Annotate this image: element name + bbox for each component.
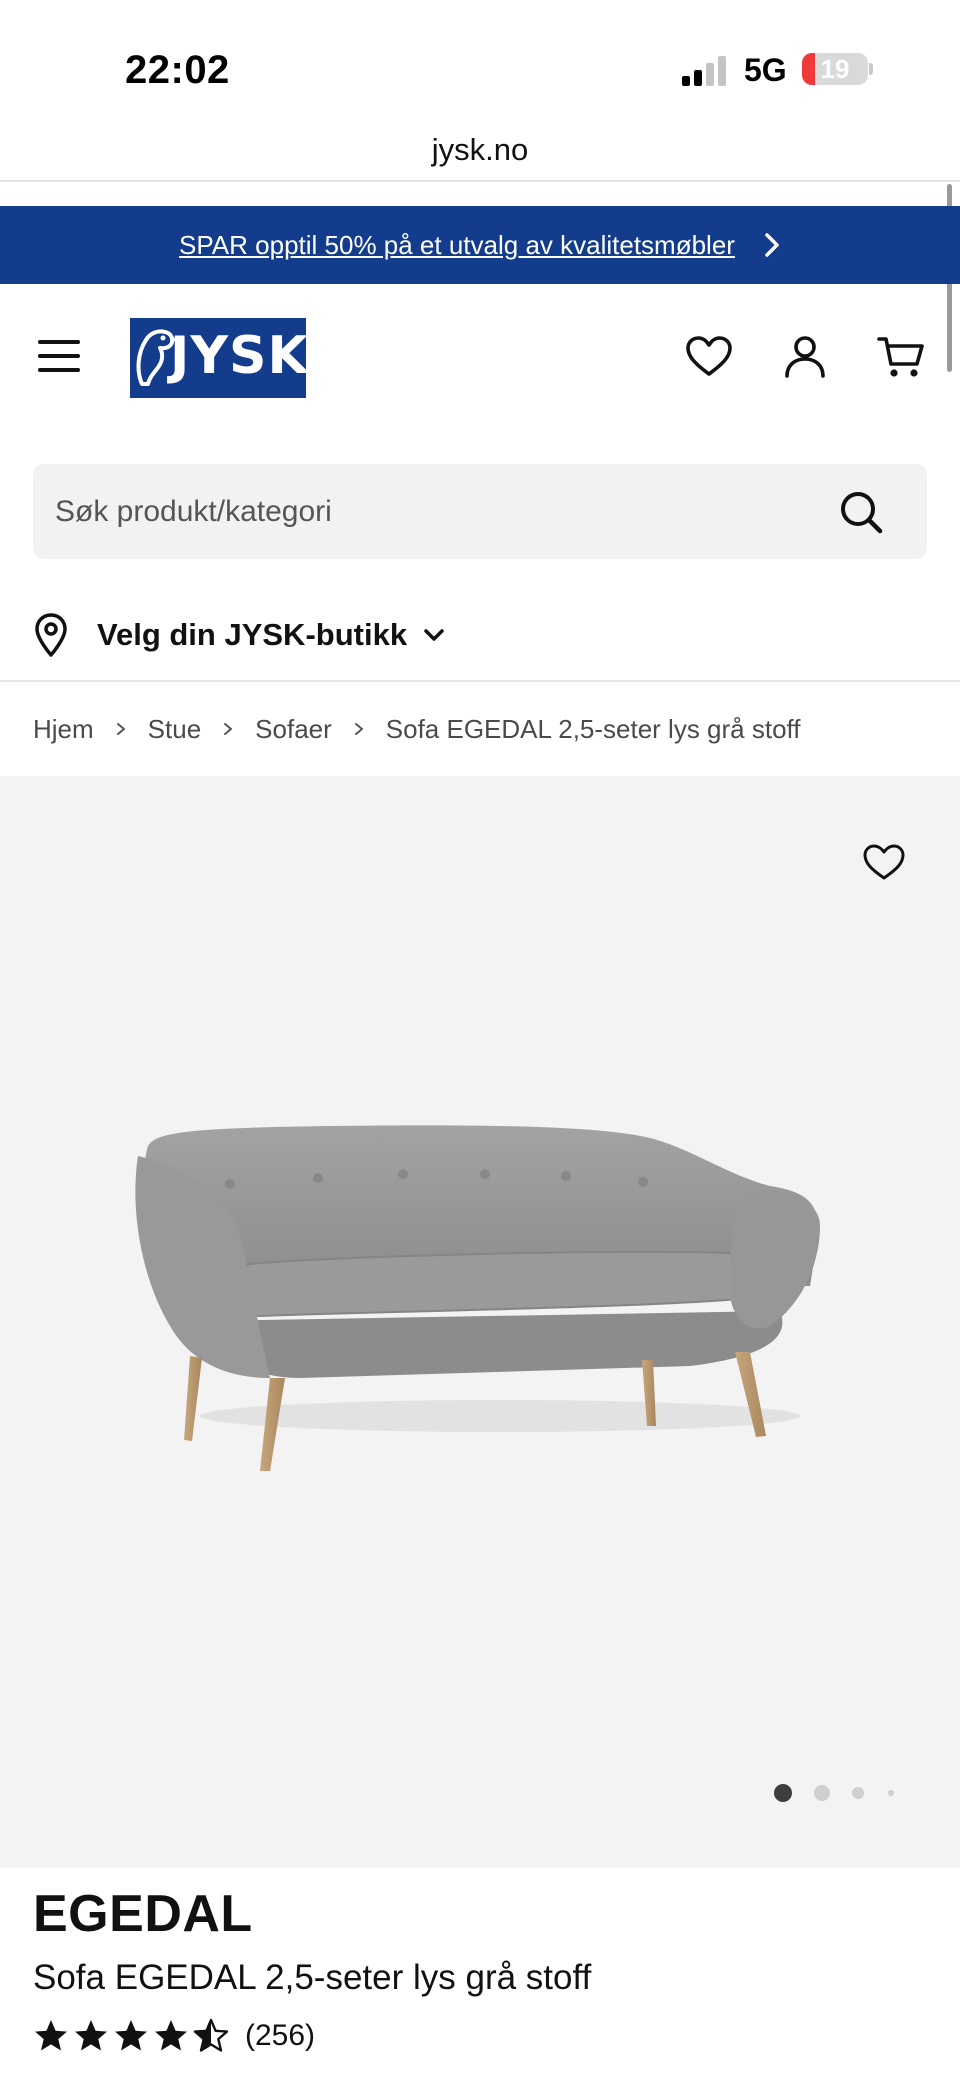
site-header: JYSK xyxy=(0,284,960,432)
battery-nub xyxy=(869,63,873,75)
product-image-gallery[interactable] xyxy=(0,776,960,1868)
store-selector[interactable]: Velg din JYSK-butikk xyxy=(33,610,445,660)
chevron-right-icon xyxy=(354,723,363,735)
star-full-icon xyxy=(35,2020,67,2051)
search-input[interactable] xyxy=(55,464,835,559)
breadcrumb-item-sofaer[interactable]: Sofaer xyxy=(255,714,332,745)
pagination-dot[interactable] xyxy=(814,1785,830,1801)
search-icon[interactable] xyxy=(839,490,883,534)
pagination-dot[interactable] xyxy=(888,1790,894,1796)
star-full-icon xyxy=(115,2020,147,2051)
gallery-pagination[interactable] xyxy=(770,1782,910,1802)
jysk-logo[interactable]: JYSK xyxy=(130,318,309,398)
location-pin-icon xyxy=(35,613,67,657)
promo-banner[interactable]: SPAR opptil 50% på et utvalg av kvalitet… xyxy=(0,206,960,284)
chevron-down-icon xyxy=(424,629,444,641)
url-text[interactable]: jysk.no xyxy=(432,132,528,167)
battery-level: 19 xyxy=(820,54,850,84)
pagination-dot[interactable] xyxy=(774,1784,792,1802)
product-brand: EGEDAL xyxy=(33,1885,253,1943)
star-full-icon xyxy=(155,2020,187,2051)
breadcrumb-item-stue[interactable]: Stue xyxy=(148,714,202,745)
cart-icon[interactable] xyxy=(876,332,926,382)
pagination-dot[interactable] xyxy=(852,1787,864,1799)
product-image-sofa xyxy=(135,1125,820,1471)
star-full-icon xyxy=(75,2020,107,2051)
promo-link[interactable]: SPAR opptil 50% på et utvalg av kvalitet… xyxy=(179,230,735,261)
search-bar[interactable] xyxy=(33,464,927,559)
product-rating[interactable]: (256) xyxy=(33,2016,315,2056)
menu-icon[interactable] xyxy=(38,340,80,374)
review-count[interactable]: (256) xyxy=(245,2019,315,2053)
add-to-favorites-heart-icon[interactable] xyxy=(862,842,906,882)
logo-text: JYSK xyxy=(170,326,309,386)
chevron-right-icon xyxy=(224,723,233,735)
star-half-icon xyxy=(193,2018,229,2052)
status-bar: 22:02 5G 19 xyxy=(0,0,960,130)
cellular-signal-icon xyxy=(682,56,726,86)
heart-icon[interactable] xyxy=(684,332,734,382)
breadcrumb-item-hjem[interactable]: Hjem xyxy=(33,714,94,745)
user-icon[interactable] xyxy=(780,332,830,382)
browser-url-bar[interactable]: jysk.no xyxy=(0,130,960,182)
chevron-right-icon xyxy=(765,233,779,257)
store-selector-label[interactable]: Velg din JYSK-butikk xyxy=(97,617,407,653)
network-type: 5G xyxy=(744,52,787,88)
product-name: Sofa EGEDAL 2,5-seter lys grå stoff xyxy=(33,1958,592,1997)
divider xyxy=(0,680,960,682)
breadcrumb: Hjem Stue Sofaer Sofa EGEDAL 2,5-seter l… xyxy=(33,712,801,746)
status-time: 22:02 xyxy=(125,48,230,92)
breadcrumb-item-current: Sofa EGEDAL 2,5-seter lys grå stoff xyxy=(385,713,801,744)
chevron-right-icon xyxy=(116,723,125,735)
battery-icon: 19 xyxy=(802,53,868,85)
